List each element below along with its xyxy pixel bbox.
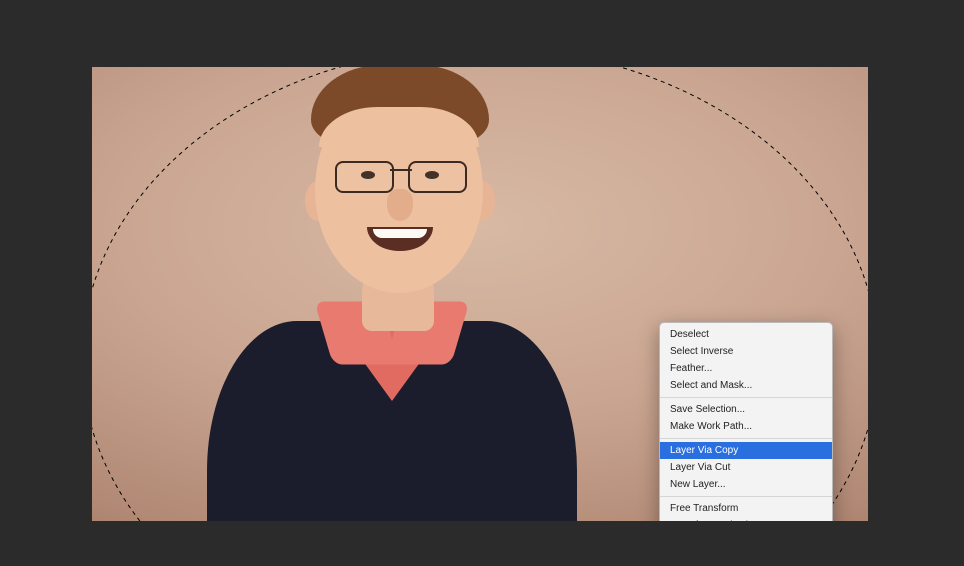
menu-item-feather[interactable]: Feather...	[660, 360, 832, 377]
menu-item-make-work-path[interactable]: Make Work Path...	[660, 418, 832, 435]
sweater: ♞	[207, 321, 577, 521]
menu-item-save-selection[interactable]: Save Selection...	[660, 401, 832, 418]
image-canvas[interactable]: ♞ DeselectSelect InverseFeather...Select…	[92, 67, 868, 521]
glasses-icon	[335, 161, 467, 189]
menu-item-layer-via-cut[interactable]: Layer Via Cut	[660, 459, 832, 476]
menu-item-free-transform[interactable]: Free Transform	[660, 500, 832, 517]
menu-item-new-layer[interactable]: New Layer...	[660, 476, 832, 493]
menu-item-select-inverse[interactable]: Select Inverse	[660, 343, 832, 360]
photo-subject: ♞	[207, 91, 577, 521]
menu-item-deselect[interactable]: Deselect	[660, 326, 832, 343]
context-menu[interactable]: DeselectSelect InverseFeather...Select a…	[659, 322, 833, 521]
menu-item-layer-via-copy[interactable]: Layer Via Copy	[660, 442, 832, 459]
menu-item-transform-selection[interactable]: Transform Selection	[660, 517, 832, 521]
menu-item-select-and-mask[interactable]: Select and Mask...	[660, 377, 832, 394]
